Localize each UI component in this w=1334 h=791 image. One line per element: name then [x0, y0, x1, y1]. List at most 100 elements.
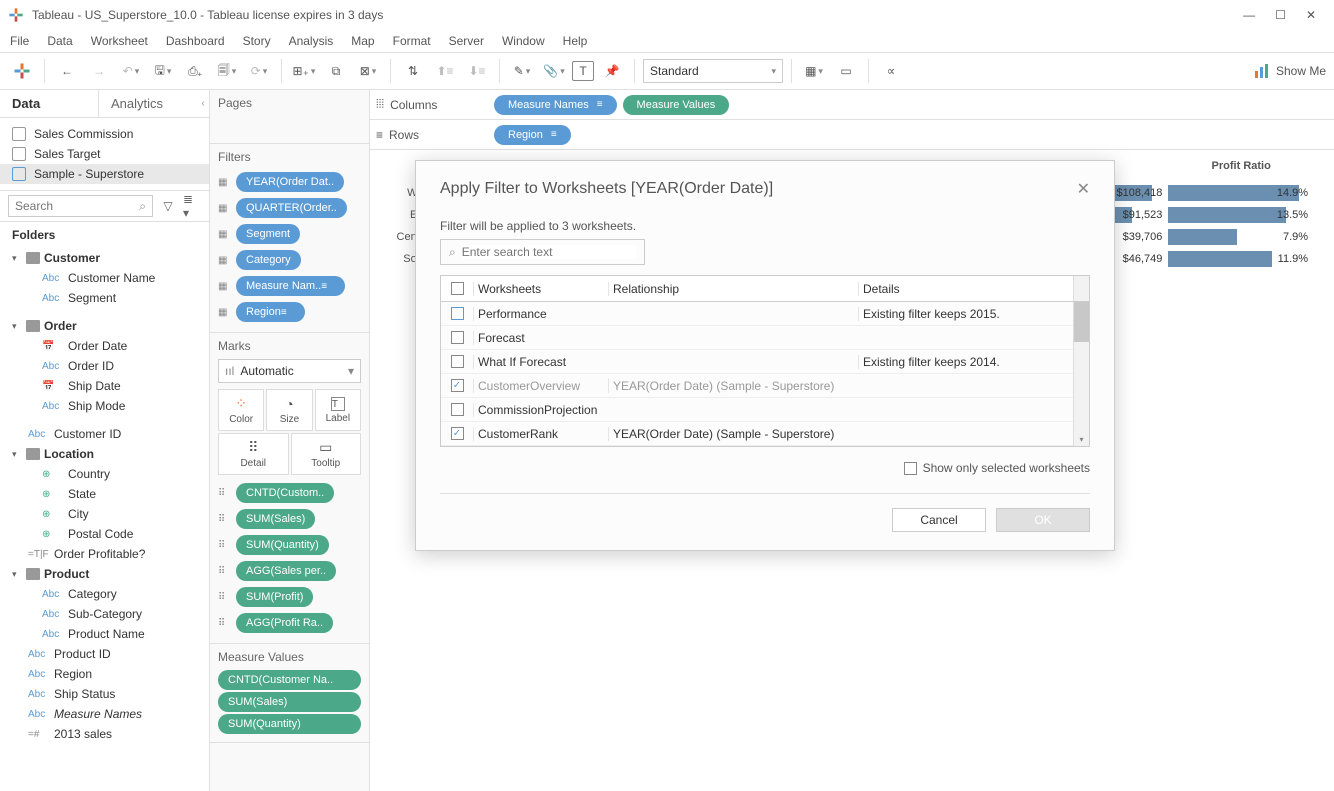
expand-icon[interactable]: ▾ — [12, 449, 22, 460]
menu-format[interactable]: Format — [393, 34, 431, 48]
row-checkbox[interactable] — [451, 355, 464, 368]
field-ship-mode[interactable]: AbcShip Mode — [0, 396, 209, 416]
pill[interactable]: CNTD(Customer Na.. — [218, 670, 361, 690]
field-city[interactable]: ⊕City — [0, 504, 209, 524]
data-source-item[interactable]: Sales Commission — [0, 124, 209, 144]
row-checkbox[interactable]: ✓ — [451, 427, 464, 440]
field-order-profitable-[interactable]: =T|FOrder Profitable? — [0, 544, 209, 564]
search-input[interactable] — [15, 199, 139, 213]
pill[interactable]: SUM(Quantity) — [218, 714, 361, 734]
shelf-pill[interactable]: Measure Names≡ — [494, 95, 617, 115]
field-postal-code[interactable]: ⊕Postal Code — [0, 524, 209, 544]
worksheet-row[interactable]: What If ForecastExisting filter keeps 20… — [441, 350, 1073, 374]
menu-file[interactable]: File — [10, 34, 29, 48]
save-button[interactable]: 🖫▾ — [149, 57, 177, 85]
pill[interactable]: AGG(Sales per.. — [236, 561, 336, 581]
columns-shelf[interactable]: ⦙⦙⦙Columns Measure Names≡Measure Values — [370, 90, 1334, 120]
share-button[interactable]: ∝ — [877, 57, 905, 85]
marks-label[interactable]: TLabel — [315, 389, 361, 431]
data-source-item[interactable]: Sample - Superstore — [0, 164, 209, 184]
new-worksheet-button[interactable]: ⊞₊▾ — [290, 57, 318, 85]
pill[interactable]: SUM(Sales) — [218, 692, 361, 712]
menu-window[interactable]: Window — [502, 34, 545, 48]
filter-pill[interactable]: YEAR(Order Dat.. — [236, 172, 344, 192]
bar-row[interactable]: 11.9% — [1168, 248, 1314, 270]
row-checkbox[interactable] — [451, 331, 464, 344]
sort-desc-button[interactable]: ⬇≡ — [463, 57, 491, 85]
sort-asc-button[interactable]: ⬆≡ — [431, 57, 459, 85]
pill[interactable]: SUM(Quantity) — [236, 535, 329, 555]
field-country[interactable]: ⊕Country — [0, 464, 209, 484]
cancel-button[interactable]: Cancel — [892, 508, 986, 532]
pin-button[interactable]: 📌 — [598, 57, 626, 85]
data-tab[interactable]: Data — [0, 90, 98, 117]
tableau-icon[interactable] — [8, 57, 36, 85]
bar-row[interactable]: 14.9% — [1168, 182, 1314, 204]
filter-pill[interactable]: Measure Nam..≡ — [236, 276, 345, 296]
field-sub-category[interactable]: AbcSub-Category — [0, 604, 209, 624]
pill[interactable]: AGG(Profit Ra.. — [236, 613, 333, 633]
clear-button[interactable]: ⊠▾ — [354, 57, 382, 85]
menu-map[interactable]: Map — [351, 34, 374, 48]
worksheet-row[interactable]: Forecast — [441, 326, 1073, 350]
data-source-item[interactable]: Sales Target — [0, 144, 209, 164]
menu-analysis[interactable]: Analysis — [289, 34, 334, 48]
row-checkbox[interactable] — [451, 307, 464, 320]
field-product[interactable]: ▾Product — [0, 564, 209, 584]
worksheet-row[interactable]: CommissionProjection — [441, 398, 1073, 422]
pill[interactable]: SUM(Sales) — [236, 509, 315, 529]
worksheet-row[interactable]: ✓CustomerRankYEAR(Order Date) (Sample - … — [441, 422, 1073, 446]
filter-pill[interactable]: QUARTER(Order.. — [236, 198, 347, 218]
marks-detail[interactable]: ⠿Detail — [218, 433, 289, 475]
ok-button[interactable]: OK — [996, 508, 1090, 532]
row-checkbox[interactable]: ✓ — [451, 379, 464, 392]
pages-shelf[interactable]: Pages — [218, 96, 361, 110]
select-all-checkbox[interactable] — [451, 282, 464, 295]
marks-color[interactable]: ⁘Color — [218, 389, 264, 431]
field-measure-names[interactable]: AbcMeasure Names — [0, 704, 209, 724]
field-ship-date[interactable]: 📅Ship Date — [0, 376, 209, 396]
auto-update-button[interactable]: ⟳▾ — [245, 57, 273, 85]
marks-size[interactable]: ◔Size — [266, 389, 312, 431]
menu-worksheet[interactable]: Worksheet — [91, 34, 148, 48]
highlight-button[interactable]: ✎▾ — [508, 57, 536, 85]
dialog-close-button[interactable]: ✕ — [1077, 179, 1090, 199]
shelf-pill[interactable]: Region≡ — [494, 125, 571, 145]
undo-button[interactable]: ↶▾ — [117, 57, 145, 85]
expand-icon[interactable]: ▾ — [12, 569, 22, 580]
new-data-button[interactable]: ⎙₊ — [181, 57, 209, 85]
field-state[interactable]: ⊕State — [0, 484, 209, 504]
close-button[interactable]: ✕ — [1306, 8, 1316, 22]
minimize-button[interactable]: — — [1243, 8, 1255, 22]
expand-icon[interactable]: ▾ — [12, 253, 22, 264]
field-2013-sales[interactable]: =#2013 sales — [0, 724, 209, 744]
menu-data[interactable]: Data — [47, 34, 72, 48]
field-product-id[interactable]: AbcProduct ID — [0, 644, 209, 664]
grid-scrollbar[interactable]: ▾ — [1073, 302, 1089, 446]
marks-tooltip[interactable]: ▭Tooltip — [291, 433, 362, 475]
field-segment[interactable]: AbcSegment — [0, 288, 209, 308]
field-order-id[interactable]: AbcOrder ID — [0, 356, 209, 376]
filter-pill[interactable]: Category — [236, 250, 301, 270]
show-me-button[interactable]: Show Me — [1254, 63, 1326, 79]
back-button[interactable]: ← — [53, 57, 81, 85]
dialog-search-input[interactable] — [462, 245, 636, 259]
menu-server[interactable]: Server — [449, 34, 484, 48]
filter-pill[interactable]: Region≡ — [236, 302, 305, 322]
field-customer-name[interactable]: AbcCustomer Name — [0, 268, 209, 288]
cards-button[interactable]: ▦▾ — [800, 57, 828, 85]
worksheet-row[interactable]: PerformanceExisting filter keeps 2015. — [441, 302, 1073, 326]
field-order[interactable]: ▾Order — [0, 316, 209, 336]
forward-button[interactable]: → — [85, 57, 113, 85]
field-region[interactable]: AbcRegion — [0, 664, 209, 684]
swap-button[interactable]: ⇅ — [399, 57, 427, 85]
filter-pill[interactable]: Segment — [236, 224, 300, 244]
refresh-dropdown[interactable]: 🗐▾ — [213, 57, 241, 85]
field-order-date[interactable]: 📅Order Date — [0, 336, 209, 356]
marks-type-selector[interactable]: ııl Automatic ▾ — [218, 359, 361, 383]
filter-icon[interactable]: ▽ — [159, 197, 177, 215]
view-list-icon[interactable]: ≣ ▾ — [183, 197, 201, 215]
collapse-panel-icon[interactable]: ‹ — [197, 90, 209, 117]
field-category[interactable]: AbcCategory — [0, 584, 209, 604]
analytics-tab[interactable]: Analytics — [98, 90, 197, 117]
